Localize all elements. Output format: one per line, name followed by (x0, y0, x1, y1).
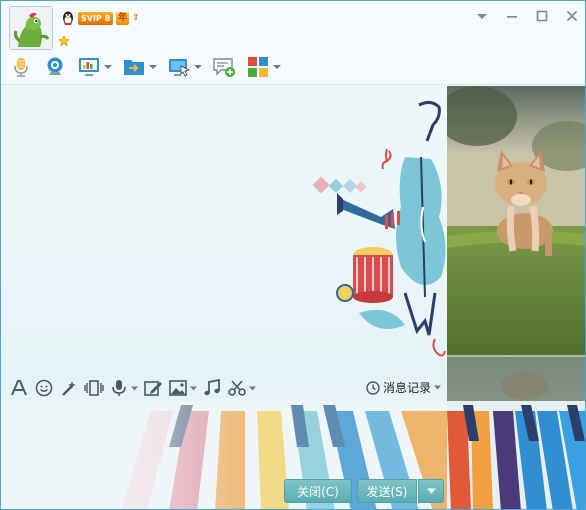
picture-icon (169, 380, 187, 396)
shake-button[interactable] (84, 378, 104, 398)
magic-wand-button[interactable] (59, 378, 79, 398)
remote-desktop-button[interactable] (167, 55, 202, 79)
emoji-button[interactable] (34, 378, 54, 398)
camera-icon (47, 57, 63, 75)
picture-button[interactable] (168, 378, 197, 398)
dropdown-button[interactable] (467, 4, 497, 28)
close-icon (566, 10, 578, 22)
send-button[interactable]: 发送(S) (357, 479, 417, 503)
screen-share-button[interactable] (77, 55, 112, 79)
message-history-button[interactable]: 消息记录 (366, 379, 441, 396)
voice-call-button[interactable] (9, 55, 33, 79)
chevron-down-icon[interactable] (190, 386, 197, 391)
vip-status[interactable]: SVIP 8 年 ⇧ (61, 10, 140, 26)
music-icon (204, 379, 220, 396)
chat-header: SVIP 8 年 ⇧ (1, 1, 585, 85)
font-button[interactable] (9, 378, 29, 398)
chevron-down-icon[interactable] (149, 64, 157, 70)
apps-icon (248, 57, 268, 77)
voice-message-button[interactable] (109, 378, 138, 398)
window-controls (467, 4, 585, 28)
music-illustration (312, 100, 446, 357)
screenshot-button[interactable] (227, 378, 256, 398)
year-badge: 年 (116, 11, 130, 25)
chevron-down-icon (426, 488, 436, 494)
new-message-button[interactable] (212, 55, 236, 79)
minimize-button[interactable] (497, 4, 527, 28)
penguin-icon (63, 11, 73, 25)
message-add-icon (213, 58, 235, 77)
voice-message-icon (112, 380, 126, 396)
svip-badge: SVIP 8 (78, 11, 114, 25)
apps-button[interactable] (246, 55, 281, 79)
maximize-button[interactable] (527, 4, 557, 28)
edit-image-icon (144, 381, 162, 396)
upgrade-arrow-icon: ⇧ (132, 13, 140, 23)
star-icon[interactable] (58, 35, 70, 47)
chevron-down-icon (434, 385, 441, 390)
send-options-button[interactable] (418, 479, 444, 503)
clock-icon (366, 380, 380, 395)
shake-icon (84, 380, 104, 396)
close-button[interactable] (557, 4, 585, 28)
magic-wand-icon (62, 381, 76, 396)
chevron-down-icon[interactable] (194, 64, 202, 70)
emoji-icon (35, 379, 53, 397)
file-transfer-icon (124, 60, 144, 75)
chevron-down-icon[interactable] (249, 386, 256, 391)
chevron-down-icon[interactable] (273, 64, 281, 70)
maximize-icon (536, 10, 548, 22)
music-button[interactable] (202, 378, 222, 398)
screen-share-icon (79, 58, 99, 76)
dropdown-icon (477, 14, 487, 19)
remote-desktop-icon (169, 59, 191, 77)
microphone-icon (14, 58, 28, 77)
chevron-down-icon[interactable] (104, 64, 112, 70)
avatar[interactable] (9, 6, 53, 50)
minimize-icon (507, 16, 517, 18)
font-icon (11, 380, 27, 396)
chevron-down-icon[interactable] (131, 386, 138, 391)
chat-toolbar (9, 55, 291, 79)
edit-image-button[interactable] (143, 378, 163, 398)
history-label: 消息记录 (382, 381, 431, 395)
video-call-button[interactable] (43, 55, 67, 79)
scissors-icon (228, 380, 246, 396)
close-chat-button[interactable]: 关闭(C) (284, 479, 352, 503)
chat-window: SVIP 8 年 ⇧ 消息记录 关闭(C) 发送(S) (0, 0, 586, 510)
file-transfer-button[interactable] (122, 55, 157, 79)
